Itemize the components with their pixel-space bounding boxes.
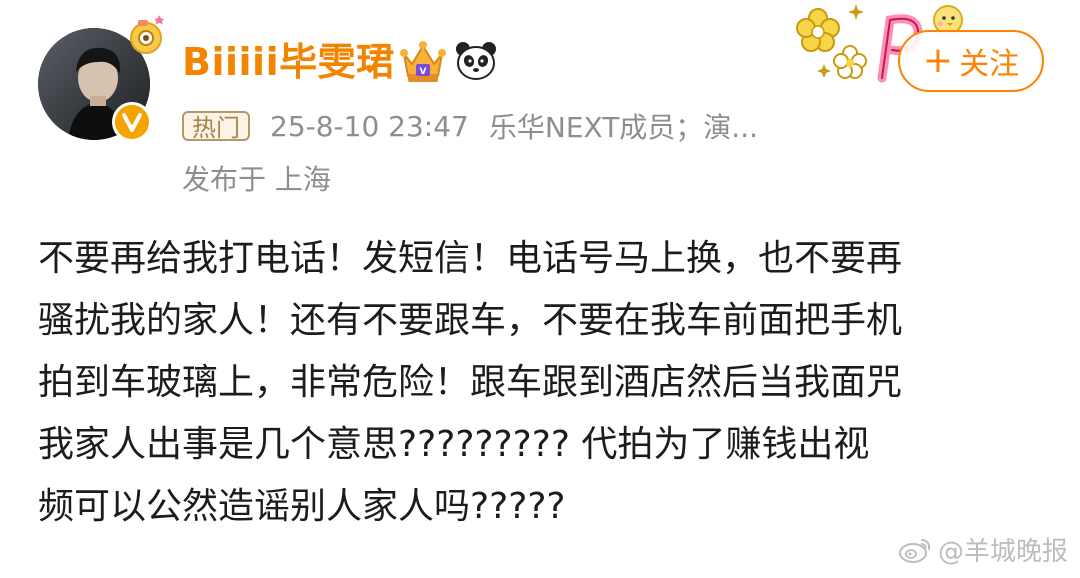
follow-label: 关注 <box>959 47 1020 82</box>
post-text-line: 不要再给我打电话！发短信！电话号马上换，也不要再 <box>38 238 903 279</box>
post-text-line: 频可以公然造谣别人家人吗????? <box>38 486 566 527</box>
crown-member-icon[interactable]: V <box>398 38 448 86</box>
post-timestamp: 25-8-10 23:47 <box>270 109 469 143</box>
post-meta-row: 热门 25-8-10 23:47 乐华NEXT成员；演... <box>182 108 758 144</box>
watermark: @羊城晚报 <box>898 531 1068 568</box>
watermark-text: @羊城晚报 <box>937 537 1068 567</box>
post-content: 不要再给我打电话！发短信！电话号马上换，也不要再 骚扰我的家人！还有不要跟车，不… <box>38 228 1028 538</box>
camera-sticker-icon <box>124 14 168 58</box>
post-location: 发布于 上海 <box>182 163 331 196</box>
hot-badge[interactable]: 热门 <box>182 111 250 142</box>
plus-icon: + <box>922 40 954 81</box>
weibo-logo-icon <box>898 536 932 564</box>
post-text-line: 拍到车玻璃上，非常危险！跟车跟到酒店然后当我面咒 <box>38 362 903 403</box>
panda-icon[interactable] <box>454 40 498 82</box>
user-description[interactable]: 乐华NEXT成员；演... <box>489 106 758 146</box>
post-text-line: 我家人出事是几个意思????????? 代拍为了赚钱出视 <box>38 424 870 465</box>
svg-text:V: V <box>420 67 427 77</box>
username[interactable]: Biiiii毕雯珺 <box>182 40 395 84</box>
follow-button[interactable]: + 关注 <box>898 30 1044 92</box>
verified-v-icon <box>112 102 152 142</box>
post-text-line: 骚扰我的家人！还有不要跟车，不要在我车前面把手机 <box>38 300 903 341</box>
weibo-post-card: Biiiii毕雯珺 V 热门 25-8-10 23:47 乐华NEXT成员；演.… <box>0 0 1080 578</box>
avatar-container[interactable] <box>38 15 165 142</box>
